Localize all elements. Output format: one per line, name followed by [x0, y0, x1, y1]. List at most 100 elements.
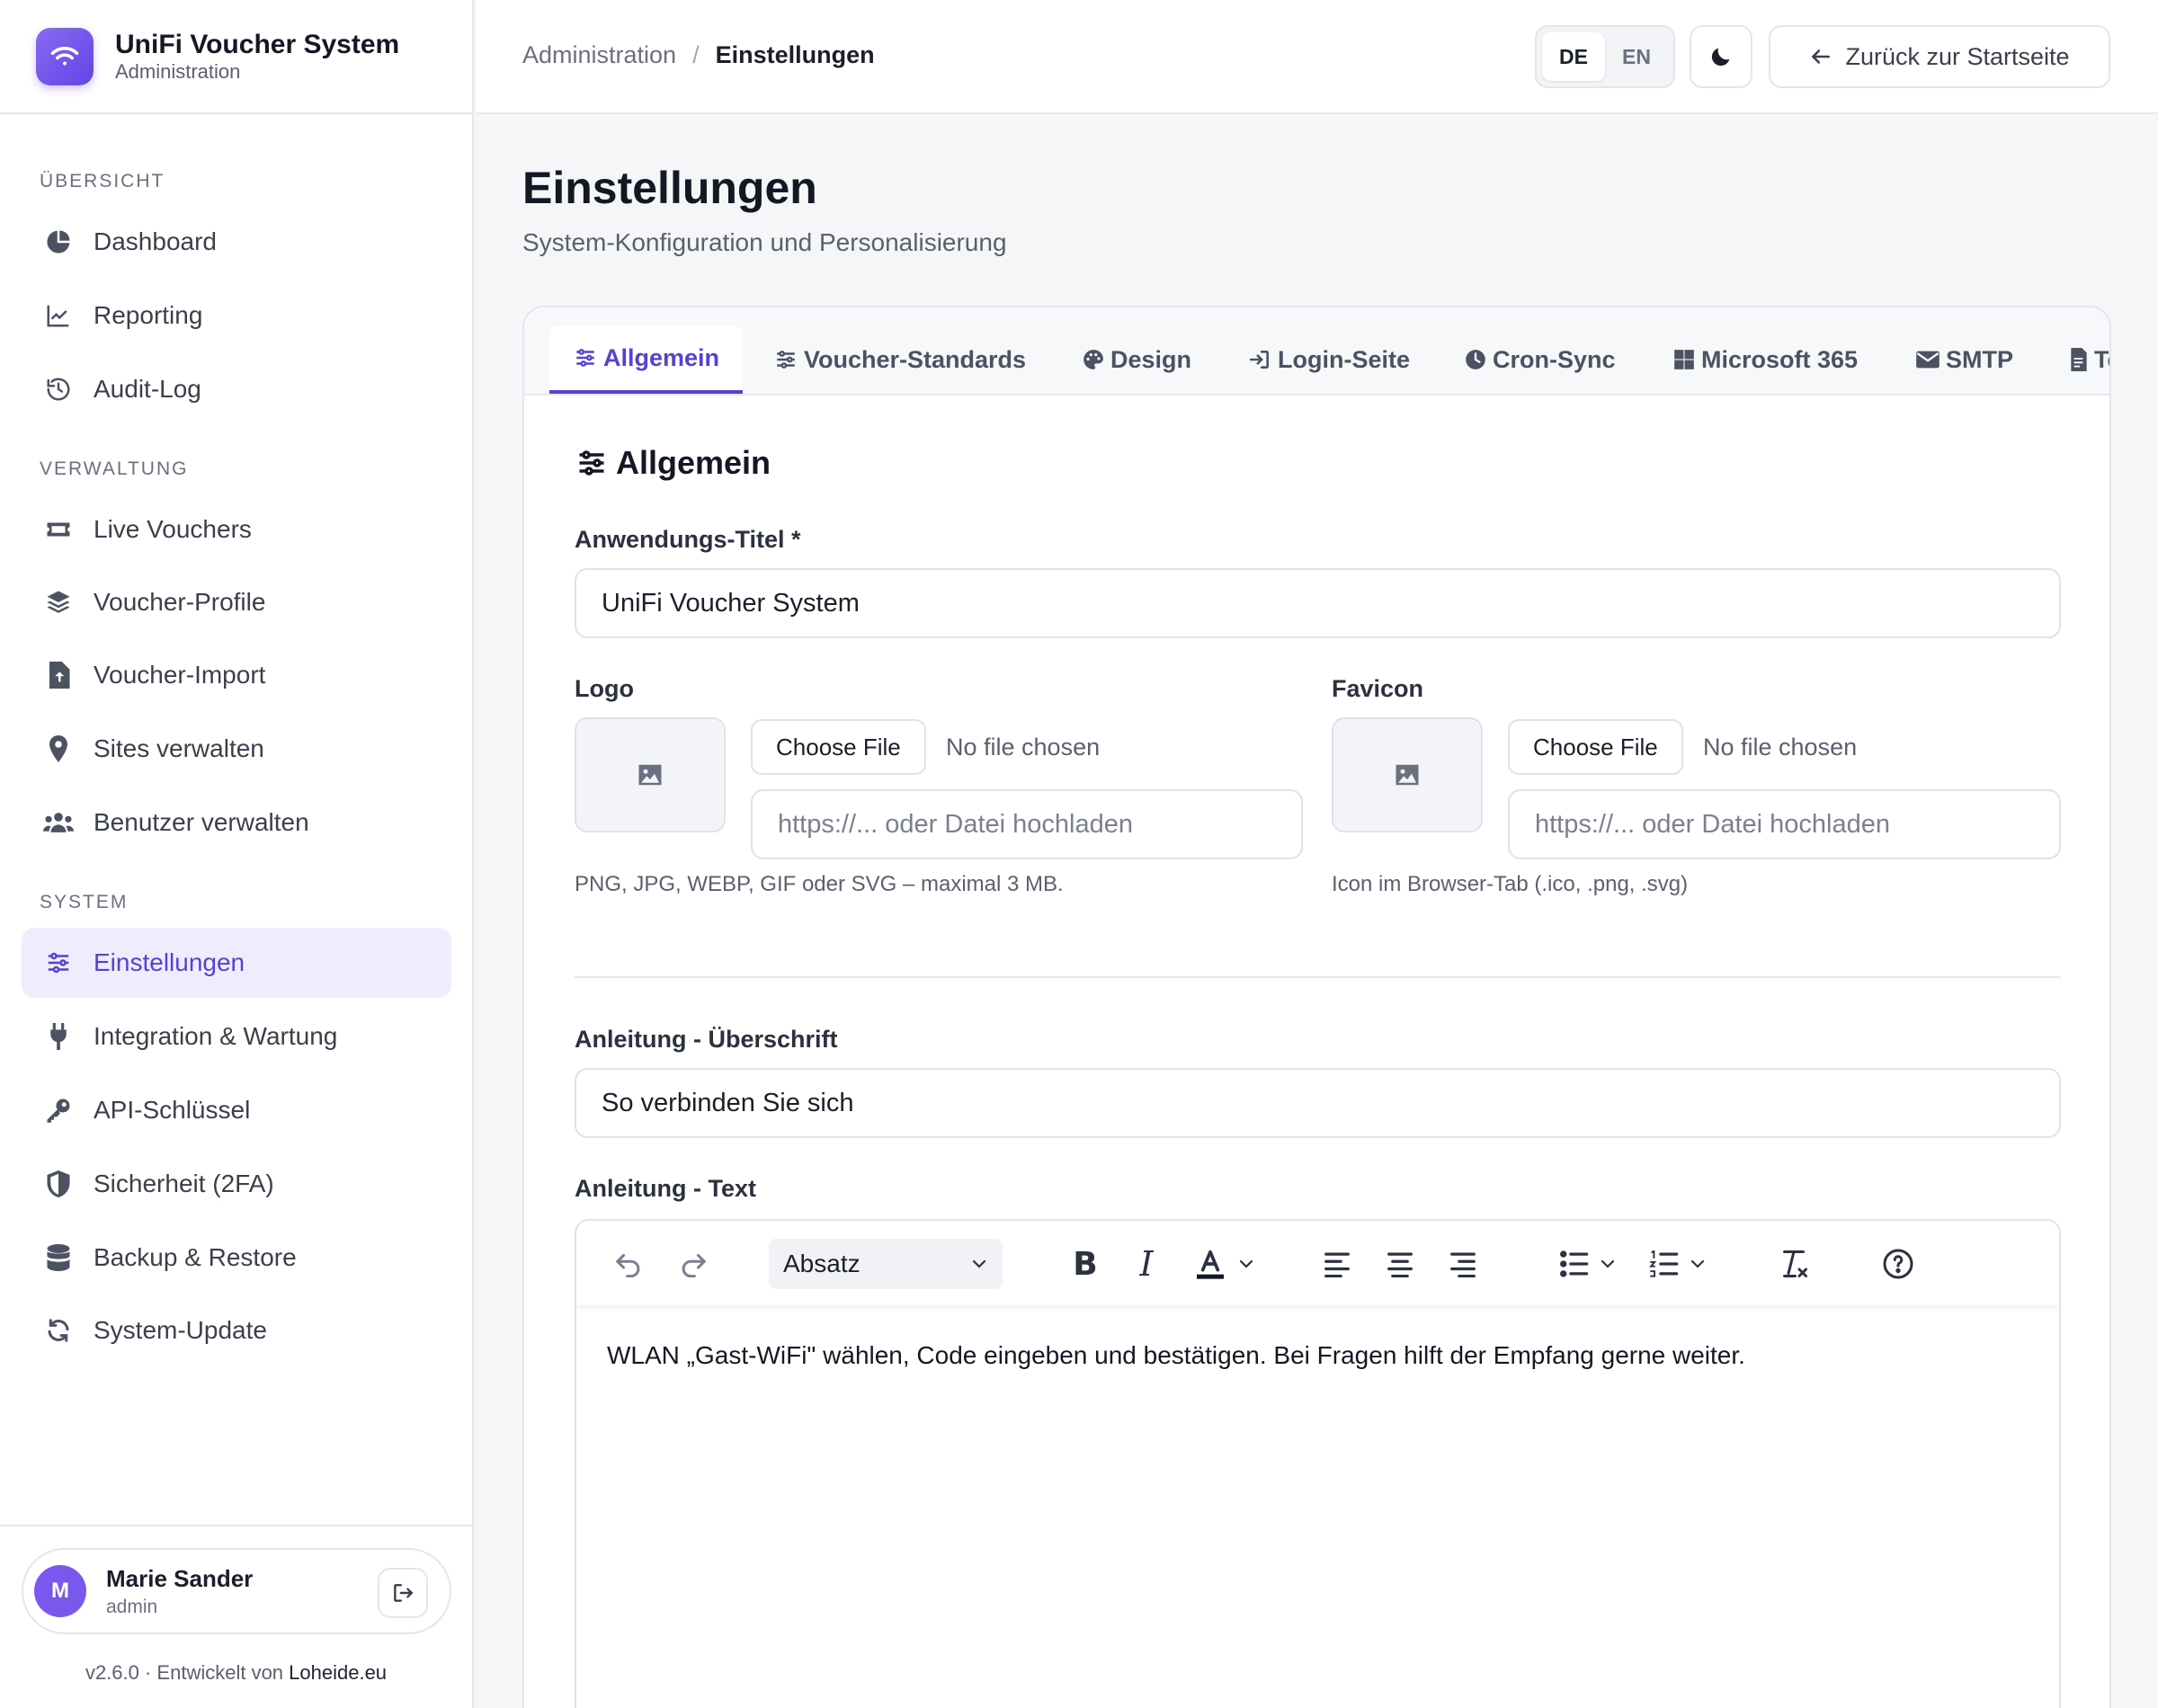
sidebar-item-label: Voucher-Import [94, 661, 266, 689]
italic-button[interactable]: I [1128, 1244, 1164, 1284]
tab-voucher-defaults[interactable]: Voucher-Standards [773, 325, 1026, 394]
palette-icon [1082, 348, 1105, 371]
logo-choose-file-button[interactable]: Choose File [751, 719, 926, 775]
nav-section-overview: ÜBERSICHT [40, 171, 165, 191]
app-title-input[interactable]: UniFi Voucher System [575, 568, 2061, 638]
line-chart-icon [43, 300, 74, 331]
help-button[interactable] [1880, 1244, 1916, 1284]
bold-icon: B [1073, 1245, 1098, 1283]
sidebar-item-backup[interactable]: Backup & Restore [22, 1223, 451, 1293]
brand-subtitle: Administration [115, 59, 241, 83]
undo-button[interactable] [611, 1244, 647, 1284]
theme-toggle-button[interactable] [1690, 25, 1752, 88]
avatar: M [34, 1565, 86, 1617]
clock-icon [1464, 348, 1487, 371]
clear-formatting-button[interactable] [1776, 1244, 1812, 1284]
sidebar-item-reporting[interactable]: Reporting [22, 280, 451, 351]
plug-icon [43, 1021, 74, 1052]
tab-smtp[interactable]: SMTP [1915, 325, 2013, 394]
align-right-icon [1448, 1250, 1478, 1277]
pie-chart-icon [43, 227, 74, 257]
breadcrumb-item-administration[interactable]: Administration [522, 41, 676, 69]
sidebar-footer: M Marie Sander admin v2.6.0 · Entwickelt… [0, 1525, 472, 1708]
guide-heading-input[interactable]: So verbinden Sie sich [575, 1068, 2061, 1138]
sidebar-item-api-keys[interactable]: API-Schlüssel [22, 1075, 451, 1145]
favicon-label: Favicon [1332, 675, 1424, 702]
language-de[interactable]: DE [1542, 32, 1605, 81]
tab-cron-sync[interactable]: Cron-Sync [1464, 325, 1616, 394]
sidebar-item-sites[interactable]: Sites verwalten [22, 714, 451, 784]
section-divider [575, 976, 2061, 978]
bullet-list-button[interactable] [1553, 1244, 1625, 1284]
sliders-icon [43, 947, 74, 978]
sidebar-item-live-vouchers[interactable]: Live Vouchers [22, 494, 451, 565]
breadcrumb: Administration / Einstellungen [522, 41, 875, 69]
chevron-down-icon [968, 1253, 990, 1275]
sidebar-item-label: Sicherheit (2FA) [94, 1170, 274, 1197]
sidebar-item-label: Benutzer verwalten [94, 808, 309, 836]
app-title-label: Anwendungs-Titel * [575, 526, 801, 553]
file-text-icon [2069, 348, 2089, 371]
redo-button[interactable] [675, 1244, 711, 1284]
sidebar-item-voucher-profiles[interactable]: Voucher-Profile [22, 567, 451, 637]
editor-content[interactable]: WLAN „Gast-WiFi" wählen, Code eingeben u… [607, 1341, 1745, 1370]
sidebar-item-label: System-Update [94, 1316, 267, 1344]
align-right-button[interactable] [1445, 1244, 1481, 1284]
sidebar-item-label: Voucher-Profile [94, 588, 266, 616]
ticket-icon [43, 514, 74, 545]
image-icon [1394, 762, 1421, 787]
brand-title: UniFi Voucher System [115, 29, 400, 59]
sliders-icon [575, 447, 609, 479]
logo-url-input[interactable]: https://... oder Datei hochladen [751, 789, 1303, 859]
tab-label: Cron-Sync [1493, 345, 1616, 373]
favicon-url-input[interactable]: https://... oder Datei hochladen [1508, 789, 2061, 859]
logout-button[interactable] [378, 1568, 428, 1618]
tab-login-page[interactable]: Login-Seite [1247, 325, 1410, 394]
tab-label: Login-Seite [1278, 345, 1410, 373]
brand[interactable]: UniFi Voucher System Administration [0, 0, 472, 114]
sidebar-item-audit-log[interactable]: Audit-Log [22, 354, 451, 424]
align-center-icon [1385, 1250, 1415, 1277]
sidebar-item-dashboard[interactable]: Dashboard [22, 207, 451, 277]
arrow-left-icon [1809, 45, 1833, 68]
sidebar-item-settings[interactable]: Einstellungen [22, 928, 451, 998]
align-center-button[interactable] [1382, 1244, 1418, 1284]
tab-templates[interactable]: Te [2069, 325, 2109, 394]
guide-heading-label: Anleitung - Überschrift [575, 1026, 838, 1053]
align-left-icon [1322, 1250, 1352, 1277]
key-icon [43, 1095, 74, 1125]
align-left-button[interactable] [1319, 1244, 1355, 1284]
user-role: admin [106, 1596, 158, 1617]
block-format-select[interactable]: Absatz [769, 1239, 1003, 1289]
tab-design[interactable]: Design [1082, 325, 1191, 394]
sidebar-item-label: Dashboard [94, 227, 217, 255]
sidebar-item-system-update[interactable]: System-Update [22, 1295, 451, 1366]
bold-button[interactable]: B [1067, 1244, 1103, 1284]
page-subtitle: System-Konfiguration und Personalisierun… [522, 228, 1007, 256]
tab-microsoft-365[interactable]: Microsoft 365 [1672, 325, 1858, 394]
sidebar-item-security[interactable]: Sicherheit (2FA) [22, 1149, 451, 1219]
logout-icon [391, 1581, 415, 1605]
back-to-home-button[interactable]: Zurück zur Startseite [1769, 25, 2110, 88]
user-card[interactable]: M Marie Sander admin [22, 1548, 451, 1634]
language-en[interactable]: EN [1605, 32, 1668, 81]
vendor-link[interactable]: Loheide.eu [289, 1661, 387, 1684]
tab-label: Allgemein [603, 343, 720, 371]
tab-label: Microsoft 365 [1701, 345, 1859, 373]
text-color-button[interactable] [1184, 1244, 1265, 1284]
section-heading-general: Allgemein [575, 444, 771, 482]
editor-toolbar: Absatz B I [576, 1221, 2059, 1305]
sidebar-item-integration[interactable]: Integration & Wartung [22, 1001, 451, 1072]
undo-icon [613, 1250, 644, 1277]
settings-card: Allgemein Voucher-Standards Design Login… [522, 306, 2111, 1708]
sidebar-item-users[interactable]: Benutzer verwalten [22, 787, 451, 858]
redo-icon [678, 1250, 709, 1277]
favicon-hint: Icon im Browser-Tab (.ico, .png, .svg) [1332, 872, 1689, 896]
text-color-icon [1192, 1246, 1228, 1282]
numbered-list-button[interactable] [1643, 1244, 1715, 1284]
tab-general[interactable]: Allgemein [549, 325, 744, 394]
chevron-down-icon [1687, 1253, 1708, 1275]
sidebar-item-voucher-import[interactable]: Voucher-Import [22, 640, 451, 710]
favicon-choose-file-button[interactable]: Choose File [1508, 719, 1683, 775]
favicon-file-status: No file chosen [1703, 734, 1858, 761]
